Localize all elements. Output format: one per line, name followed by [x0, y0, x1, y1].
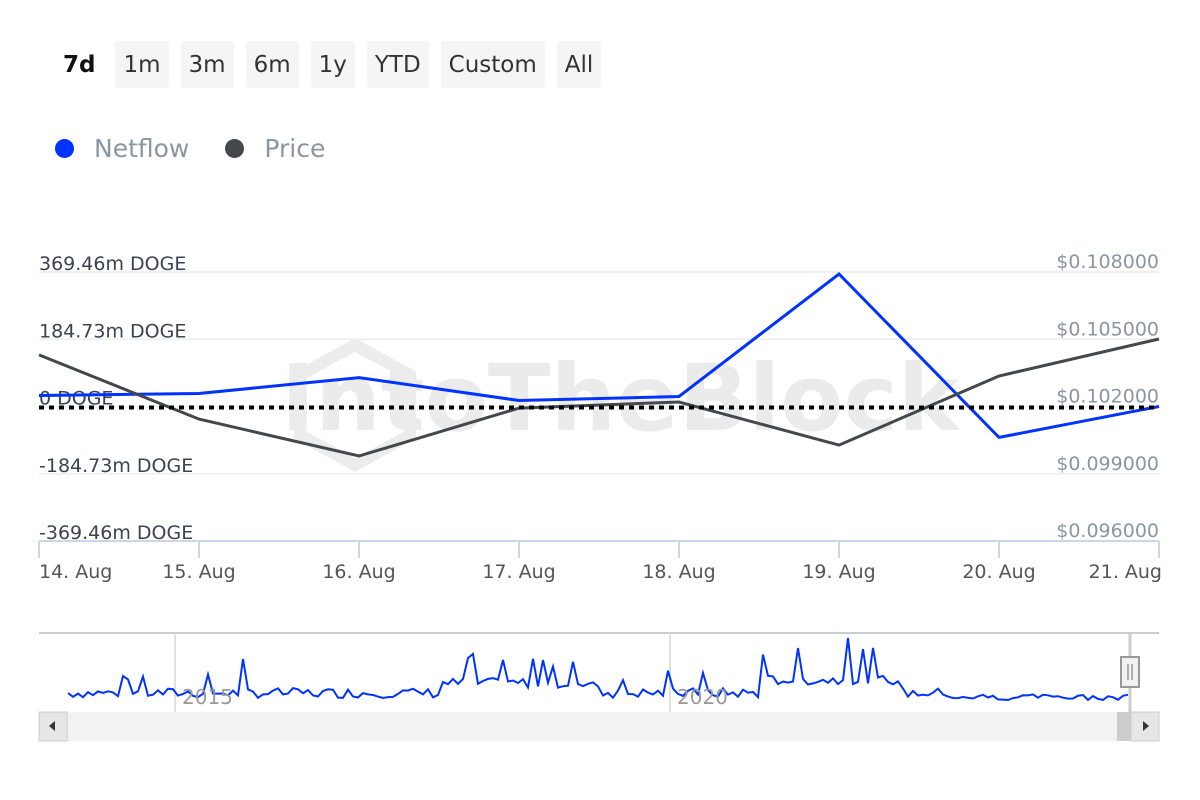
x-axis-tick-label: 19. Aug	[802, 561, 875, 583]
x-axis-tick-label: 17. Aug	[482, 561, 555, 583]
scrollbar-thumb[interactable]	[1117, 712, 1132, 741]
left-axis-tick-label: 184.73m DOGE	[39, 320, 186, 342]
right-axis-tick-label: $0.102000	[1056, 386, 1159, 408]
navigator-handle[interactable]	[1120, 656, 1140, 688]
right-axis-tick-label: $0.105000	[1056, 318, 1159, 340]
right-axis-tick-label: $0.099000	[1056, 453, 1159, 475]
x-axis-tick-label: 21. Aug	[1089, 561, 1162, 583]
x-axis-tick-label: 18. Aug	[642, 561, 715, 583]
x-axis-tick-label: 20. Aug	[962, 561, 1035, 583]
x-axis: 14. Aug 15. Aug 16. Aug 17. Aug 18. Aug 19. A…	[38, 541, 1162, 583]
netflow-price-chart: IntoTheBlock 14. Aug 15. Aug 16. Aug 17. Au…	[38, 251, 1162, 742]
right-axis-tick-label: $0.108000	[1056, 251, 1159, 273]
left-axis-tick-label: -184.73m DOGE	[39, 455, 193, 477]
right-y-axis: $0.108000 $0.105000 $0.102000 $0.099000 $0.0…	[1056, 251, 1159, 542]
navigator-year-label: 2015	[182, 685, 233, 709]
x-axis-tick-label: 14. Aug	[39, 561, 112, 583]
scrollbar-track[interactable]	[39, 712, 1159, 741]
x-axis-tick-label: 15. Aug	[162, 561, 235, 583]
navigator[interactable]: 2015 2020	[38, 632, 1160, 742]
left-axis-tick-label: 369.46m DOGE	[39, 253, 186, 275]
x-axis-tick-label: 16. Aug	[322, 561, 395, 583]
left-axis-tick-label: -369.46m DOGE	[39, 522, 193, 544]
left-y-axis: 369.46m DOGE184.73m DOGE0 DOGE-184.73m D…	[39, 253, 193, 544]
right-axis-tick-label: $0.096000	[1056, 520, 1159, 542]
navigator-year-label: 2020	[677, 685, 728, 709]
